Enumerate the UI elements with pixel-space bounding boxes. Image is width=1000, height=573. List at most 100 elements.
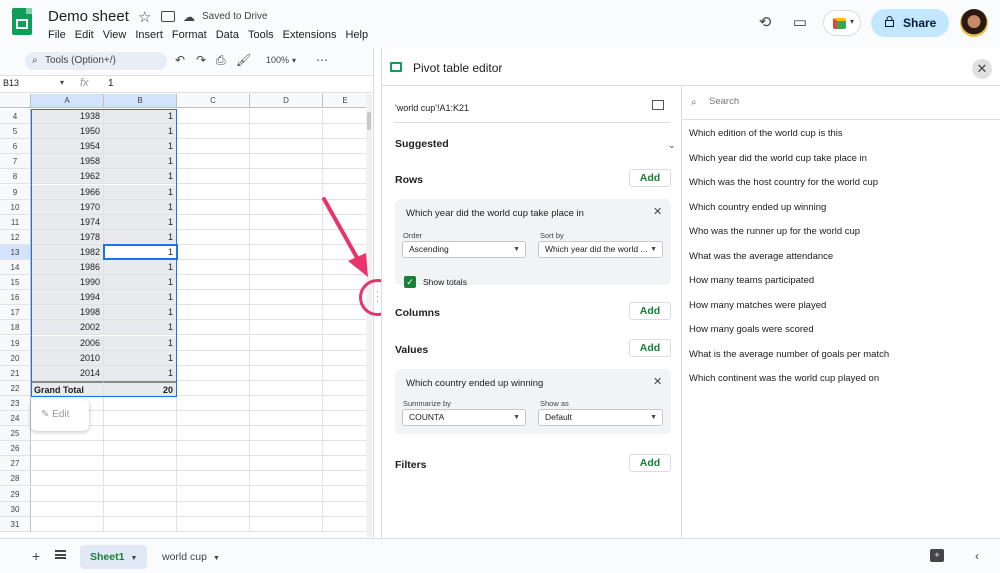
row-header[interactable]: 24 [0,411,31,427]
cell-d[interactable] [250,244,323,260]
cell-a[interactable] [31,501,104,517]
row-header[interactable]: 28 [0,471,31,487]
cell-c[interactable] [177,320,250,336]
row-header[interactable]: 30 [0,501,31,517]
cell-d[interactable] [250,411,323,427]
cell-b[interactable]: 1 [104,124,177,140]
sort-by-dropdown[interactable]: Which year did the world ... ▼ [538,241,663,258]
cell-a[interactable]: 1994 [31,290,104,306]
cell-a[interactable]: 1974 [31,214,104,230]
cell-e[interactable] [323,456,366,472]
cell-b[interactable] [104,411,177,427]
sheet-tab-world-cup[interactable]: world cup ▼ [152,545,230,569]
field-item[interactable]: What is the average number of goals per … [689,349,889,360]
cell-b[interactable]: 1 [104,154,177,170]
cell-c[interactable] [177,169,250,185]
cell-c[interactable] [177,486,250,502]
cell-e[interactable] [323,502,366,517]
add-column-button[interactable]: Add [629,302,671,320]
row-header[interactable]: 17 [0,305,31,321]
cell-d[interactable] [250,184,323,200]
field-item[interactable]: How many teams participated [689,275,814,286]
row-header[interactable]: 25 [0,426,31,442]
row-header[interactable]: 23 [0,395,31,411]
cell-a[interactable]: 1958 [31,154,104,170]
field-search-input[interactable] [709,96,969,107]
cell-a[interactable]: 2006 [31,335,104,351]
cell-a[interactable]: 1986 [31,260,104,276]
zoom-select[interactable]: 100% [266,55,289,65]
cell-a[interactable] [31,471,104,487]
history-icon[interactable]: ⟲ [756,14,774,32]
cell-d[interactable] [250,380,323,396]
folder-move-icon[interactable] [161,11,175,22]
cell-b[interactable]: 1 [104,214,177,230]
cell-c[interactable] [177,305,250,321]
cell-d[interactable] [250,139,323,155]
row-header[interactable]: 21 [0,365,31,381]
cell-b[interactable]: 20 [104,380,177,396]
cell-e[interactable] [323,169,366,185]
cell-c[interactable] [177,350,250,366]
cell-e[interactable] [323,351,366,366]
cell-b[interactable]: 1 [104,229,177,245]
cell-b[interactable]: 1 [104,365,177,381]
cell-d[interactable] [250,471,323,487]
menu-edit[interactable]: Edit [75,29,94,41]
undo-icon[interactable]: ↶ [175,53,185,67]
column-header-a[interactable]: A [31,94,104,108]
remove-value-field-icon[interactable]: ✕ [653,375,662,388]
row-header[interactable]: 27 [0,456,31,472]
field-item[interactable]: Which was the host country for the world… [689,177,878,188]
cell-e[interactable] [323,366,366,381]
cell-b[interactable]: 1 [104,260,177,276]
cell-b[interactable]: 1 [104,320,177,336]
cell-d[interactable] [250,516,323,532]
cell-e[interactable] [323,154,366,170]
cell-a[interactable]: 1966 [31,184,104,200]
menu-view[interactable]: View [103,29,127,41]
chevron-left-icon[interactable]: ‹ [975,549,979,563]
cell-b[interactable] [104,456,177,472]
cell-c[interactable] [177,229,250,245]
column-header-e[interactable]: E [323,94,366,108]
row-header[interactable]: 9 [0,184,31,200]
field-item[interactable]: Which continent was the world cup played… [689,373,879,384]
cell-c[interactable] [177,365,250,381]
cell-e[interactable] [323,471,366,487]
meet-button[interactable]: ▾ [823,10,861,36]
cell-c[interactable] [177,275,250,291]
avatar[interactable] [960,9,988,37]
cell-c[interactable] [177,154,250,170]
cell-b[interactable]: 1 [104,139,177,155]
cell-a[interactable]: 1938 [31,109,104,125]
cell-d[interactable] [250,154,323,170]
cell-d[interactable] [250,501,323,517]
star-icon[interactable]: ☆ [138,8,151,26]
name-box[interactable]: B13 [3,78,19,88]
cell-a[interactable]: 1998 [31,305,104,321]
cell-d[interactable] [250,305,323,321]
row-header[interactable]: 14 [0,260,31,276]
row-header[interactable]: 18 [0,320,31,336]
menu-format[interactable]: Format [172,29,207,41]
cell-b[interactable]: 1 [104,350,177,366]
chevron-down-icon[interactable]: ▾ [60,78,64,87]
cell-b[interactable]: 1 [104,169,177,185]
cell-a[interactable]: 1962 [31,169,104,185]
field-item[interactable]: Which year did the world cup take place … [689,153,867,164]
cell-b[interactable]: 1 [104,290,177,306]
cell-c[interactable] [177,456,250,472]
cell-d[interactable] [250,260,323,276]
cell-b[interactable]: 1 [104,275,177,291]
cell-c[interactable] [177,501,250,517]
cell-b[interactable] [104,395,177,411]
cell-e[interactable] [323,320,366,336]
add-value-button[interactable]: Add [629,339,671,357]
cell-e[interactable] [323,139,366,155]
cell-e[interactable] [323,487,366,502]
cell-b[interactable]: 1 [104,305,177,321]
cell-a[interactable] [31,516,104,532]
cell-c[interactable] [177,290,250,306]
formula-input[interactable]: 1 [108,78,114,89]
